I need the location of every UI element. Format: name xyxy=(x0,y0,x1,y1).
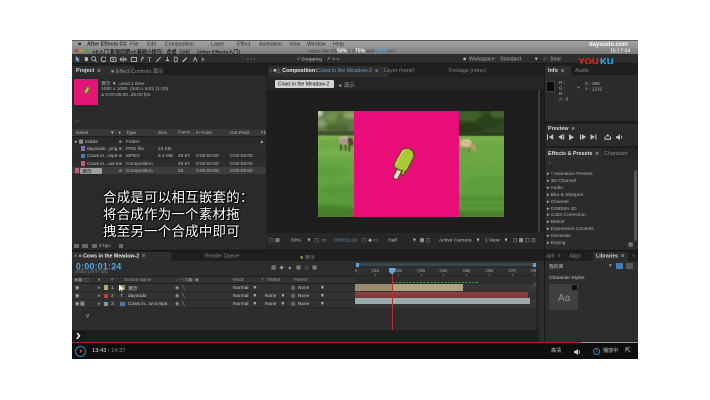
svg-text:T: T xyxy=(147,57,151,63)
